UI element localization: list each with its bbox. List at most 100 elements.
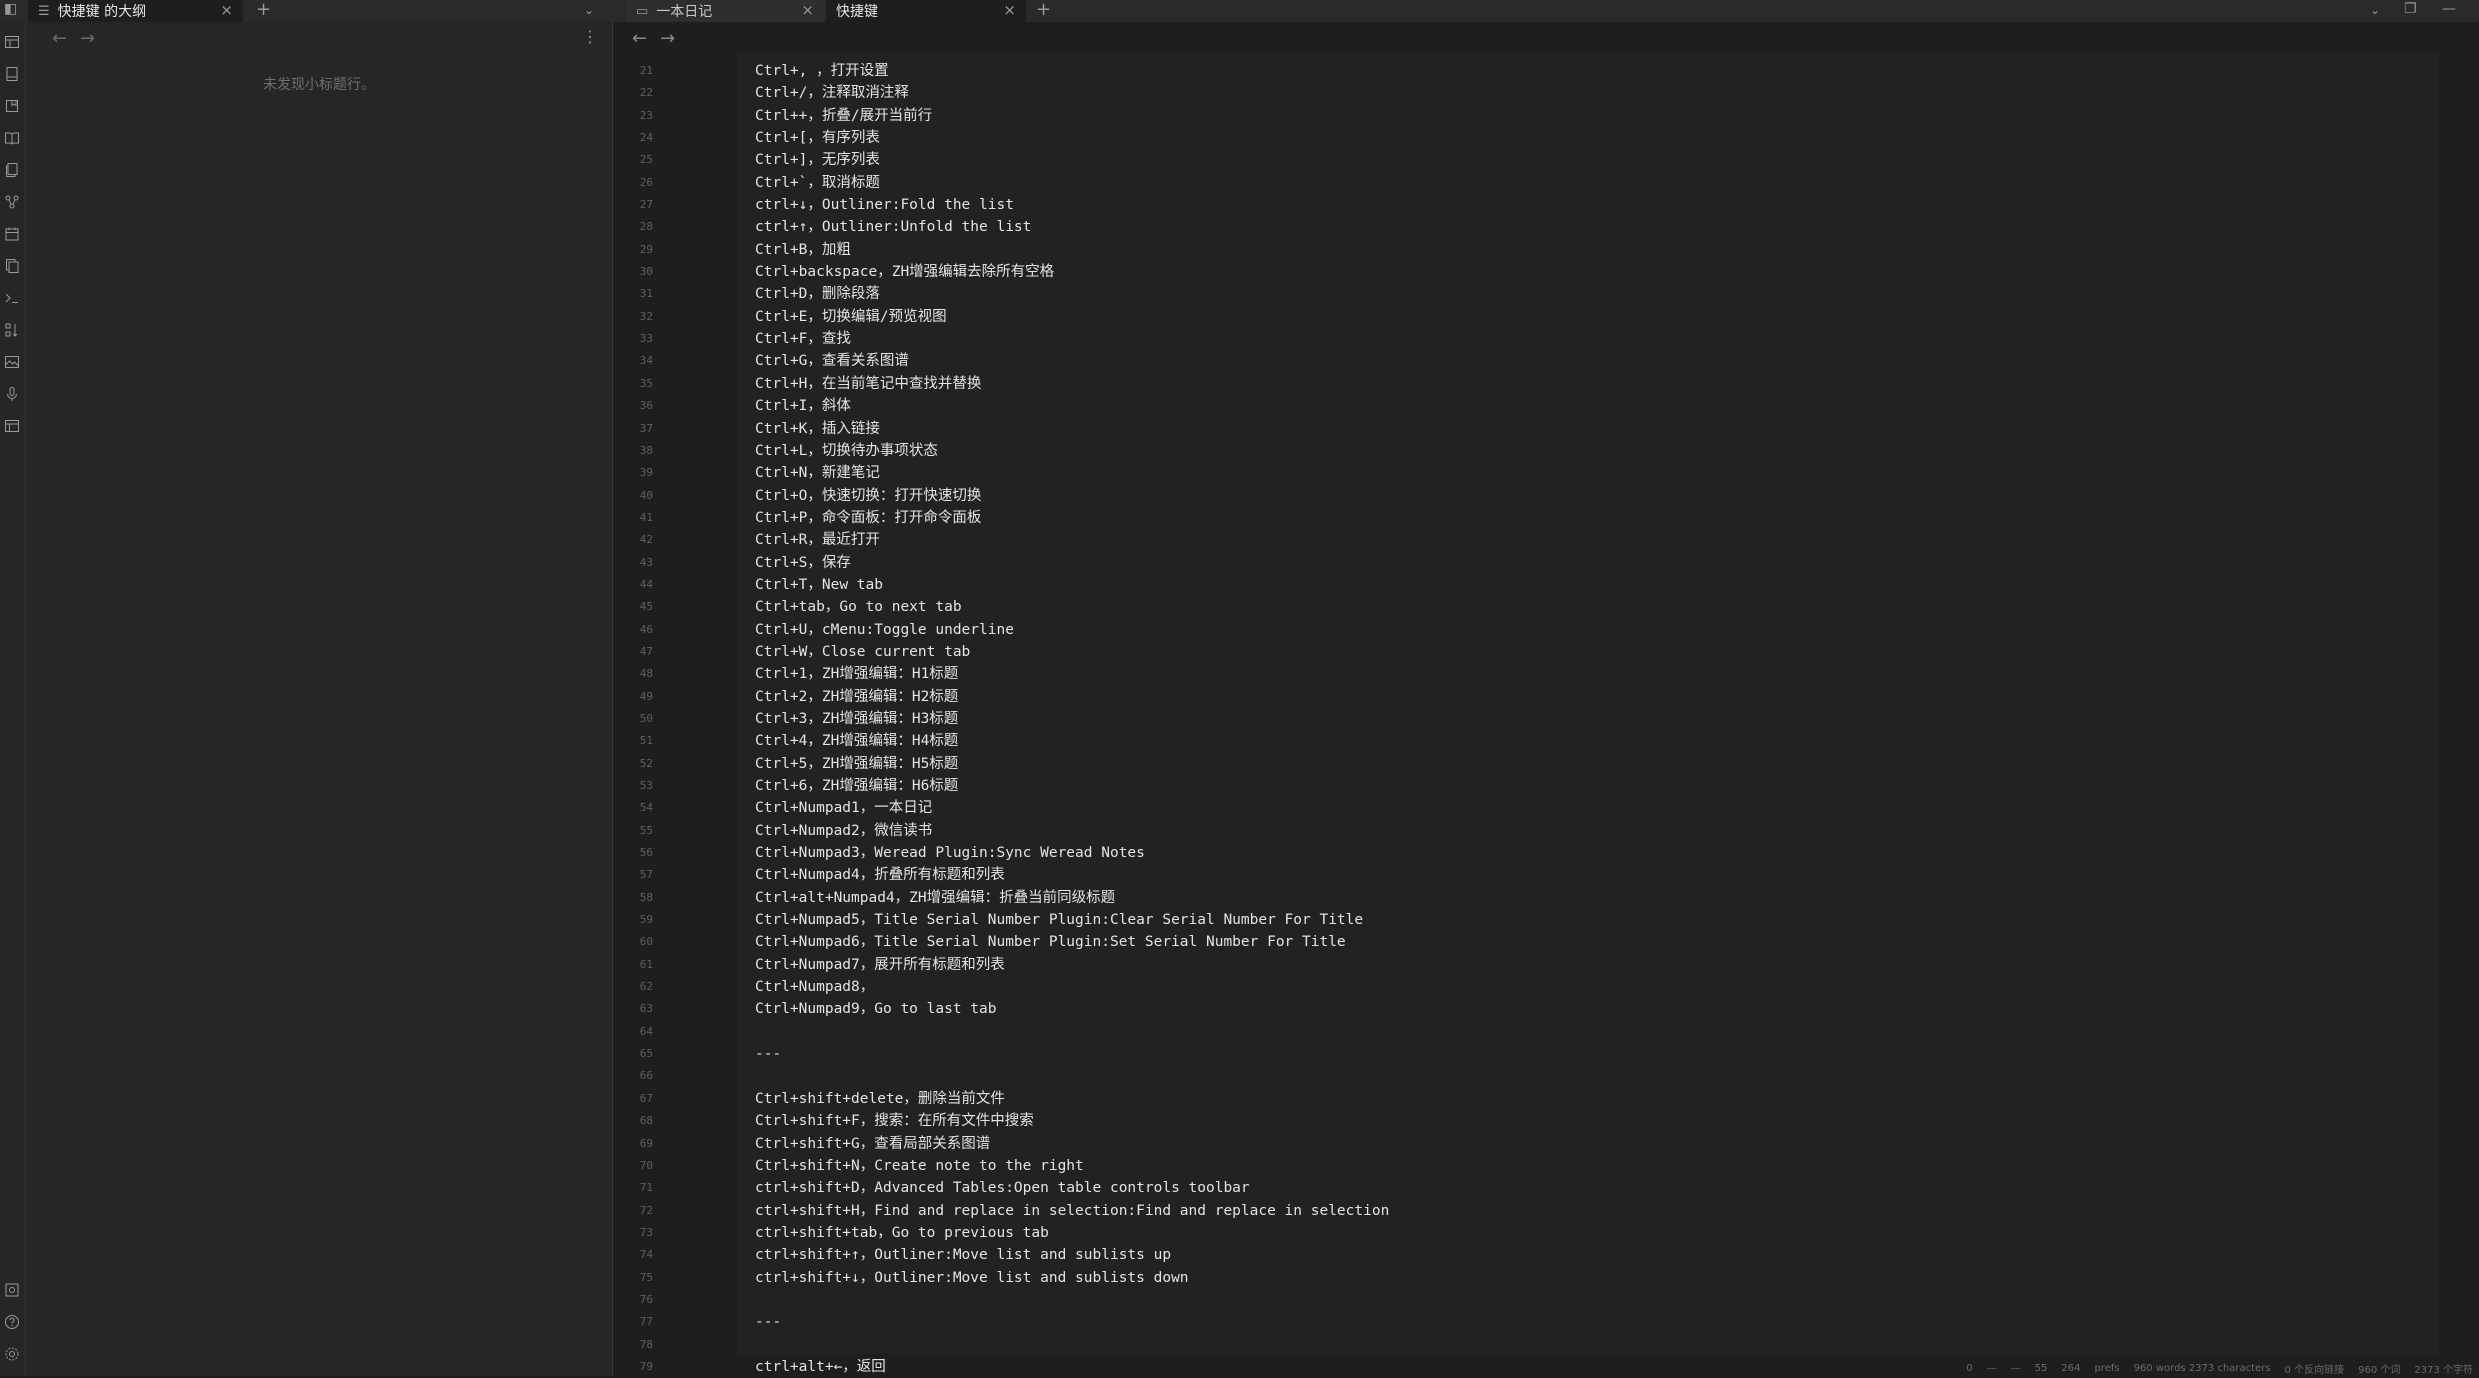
editor-line[interactable]: ctrl+alt+←，返回 <box>755 1356 1389 1378</box>
graph-icon[interactable] <box>4 194 20 210</box>
restore-window-icon[interactable]: ❐ <box>2404 0 2417 18</box>
editor-line[interactable]: Ctrl+G，查看关系图谱 <box>755 350 1389 372</box>
editor-line[interactable]: ctrl+↓，Outliner:Fold the list <box>755 194 1389 216</box>
back-arrow-icon[interactable]: ← <box>632 28 647 49</box>
editor-line[interactable]: Ctrl+H，在当前笔记中查找并替换 <box>755 373 1389 395</box>
line-number: 79 <box>639 1359 653 1373</box>
line-number: 64 <box>639 1024 653 1038</box>
editor-line[interactable]: Ctrl+1，ZH增强编辑：H1标题 <box>755 663 1389 685</box>
editor-line[interactable]: Ctrl+S，保存 <box>755 552 1389 574</box>
editor-line[interactable] <box>755 1021 1389 1043</box>
line-number: 65 <box>639 1047 653 1061</box>
editor-line[interactable]: Ctrl+tab，Go to next tab <box>755 596 1389 618</box>
editor-line[interactable]: Ctrl+U，cMenu:Toggle underline <box>755 619 1389 641</box>
new-tab-icon[interactable]: + <box>256 0 271 22</box>
terminal-icon[interactable] <box>4 290 20 306</box>
editor-line[interactable]: Ctrl+shift+delete，删除当前文件 <box>755 1088 1389 1110</box>
editor-line[interactable]: Ctrl+L，切换待办事项状态 <box>755 440 1389 462</box>
editor-line[interactable]: ctrl+shift+↑，Outliner:Move list and subl… <box>755 1244 1389 1266</box>
editor-line[interactable]: Ctrl+Numpad3，Weread Plugin:Sync Weread N… <box>755 842 1389 864</box>
editor-line[interactable]: Ctrl+3，ZH增强编辑：H3标题 <box>755 708 1389 730</box>
help-icon[interactable] <box>4 1314 20 1330</box>
editor-line[interactable]: Ctrl+F，查找 <box>755 328 1389 350</box>
editor-lines[interactable]: Ctrl+, ，打开设置 Ctrl+/，注释取消注释 Ctrl++，折叠/展开当前行… <box>755 60 1389 1378</box>
editor-line[interactable]: Ctrl+T，New tab <box>755 574 1389 596</box>
editor-line[interactable]: Ctrl+E，切换编辑/预览视图 <box>755 306 1389 328</box>
editor-line[interactable]: Ctrl+Numpad8， <box>755 976 1389 998</box>
editor-line[interactable]: Ctrl+W，Close current tab <box>755 641 1389 663</box>
editor-line[interactable]: Ctrl+K，插入链接 <box>755 418 1389 440</box>
line-number: 25 <box>639 153 653 167</box>
editor-line[interactable]: Ctrl++，折叠/展开当前行 <box>755 105 1389 127</box>
editor-line[interactable]: Ctrl+shift+F，搜索：在所有文件中搜索 <box>755 1110 1389 1132</box>
editor-line[interactable]: Ctrl+alt+Numpad4，ZH增强编辑：折叠当前同级标题 <box>755 887 1389 909</box>
line-number: 23 <box>639 108 653 122</box>
more-options-icon[interactable]: ⋮ <box>582 27 598 46</box>
editor-line[interactable]: ctrl+shift+↓，Outliner:Move list and subl… <box>755 1267 1389 1289</box>
editor-line[interactable]: Ctrl+B，加粗 <box>755 239 1389 261</box>
new-tab-icon[interactable]: + <box>1036 0 1051 22</box>
editor-line[interactable]: Ctrl+shift+G，查看局部关系图谱 <box>755 1133 1389 1155</box>
tab-diary[interactable]: ▭ 一本日记 × <box>626 0 824 22</box>
document-icon[interactable] <box>4 66 20 82</box>
minimize-icon[interactable]: — <box>2442 0 2456 18</box>
editor-line[interactable]: Ctrl+Numpad4，折叠所有标题和列表 <box>755 864 1389 886</box>
editor-line[interactable]: Ctrl+[，有序列表 <box>755 127 1389 149</box>
book-icon[interactable] <box>4 130 20 146</box>
editor-line[interactable] <box>755 1334 1389 1356</box>
layout-icon[interactable] <box>4 418 20 434</box>
tab-outline[interactable]: ☰ 快捷键 的大纲 × <box>28 0 243 22</box>
editor-line[interactable]: Ctrl+Numpad7，展开所有标题和列表 <box>755 954 1389 976</box>
copy-icon[interactable] <box>4 258 20 274</box>
editor-line[interactable]: Ctrl+`，取消标题 <box>755 172 1389 194</box>
editor-line[interactable]: --- <box>755 1311 1389 1333</box>
editor-line[interactable]: Ctrl+/，注释取消注释 <box>755 82 1389 104</box>
table-icon[interactable] <box>4 34 20 50</box>
editor-line[interactable]: ctrl+shift+H，Find and replace in selecti… <box>755 1200 1389 1222</box>
editor-line[interactable]: Ctrl+Numpad6，Title Serial Number Plugin:… <box>755 931 1389 953</box>
forward-arrow-icon[interactable]: → <box>660 28 675 49</box>
editor-line[interactable]: ctrl+↑，Outliner:Unfold the list <box>755 216 1389 238</box>
editor-line[interactable]: Ctrl+]，无序列表 <box>755 149 1389 171</box>
vault-icon[interactable] <box>4 1282 20 1298</box>
editor-line[interactable]: Ctrl+P，命令面板：打开命令面板 <box>755 507 1389 529</box>
editor-line[interactable]: Ctrl+Numpad2，微信读书 <box>755 820 1389 842</box>
editor-line[interactable]: --- <box>755 1043 1389 1065</box>
editor-line[interactable]: ctrl+shift+tab，Go to previous tab <box>755 1222 1389 1244</box>
editor-line[interactable]: Ctrl+D，删除段落 <box>755 283 1389 305</box>
files-icon[interactable] <box>4 162 20 178</box>
editor-line[interactable]: Ctrl+Numpad5，Title Serial Number Plugin:… <box>755 909 1389 931</box>
close-icon[interactable]: × <box>801 1 814 19</box>
editor-line[interactable]: Ctrl+Numpad1，一本日记 <box>755 797 1389 819</box>
editor-line[interactable]: ctrl+shift+D，Advanced Tables:Open table … <box>755 1177 1389 1199</box>
sidebar-toggle-icon[interactable]: ◧ <box>4 0 17 18</box>
tab-shortcuts[interactable]: 快捷键 × <box>826 0 1026 22</box>
editor-line[interactable]: Ctrl+2，ZH增强编辑：H2标题 <box>755 686 1389 708</box>
editor-line[interactable] <box>755 1065 1389 1087</box>
editor-line[interactable]: Ctrl+shift+N，Create note to the right <box>755 1155 1389 1177</box>
calendar-icon[interactable] <box>4 226 20 242</box>
editor-line[interactable]: Ctrl+backspace，ZH增强编辑去除所有空格 <box>755 261 1389 283</box>
editor-line[interactable] <box>755 1289 1389 1311</box>
line-number: 35 <box>639 376 653 390</box>
editor-line[interactable]: Ctrl+5，ZH增强编辑：H5标题 <box>755 753 1389 775</box>
chevron-down-icon[interactable]: ⌄ <box>584 0 594 20</box>
editor-line[interactable]: Ctrl+N，新建笔记 <box>755 462 1389 484</box>
image-icon[interactable] <box>4 354 20 370</box>
editor-line[interactable]: Ctrl+I，斜体 <box>755 395 1389 417</box>
editor-line[interactable]: Ctrl+4，ZH增强编辑：H4标题 <box>755 730 1389 752</box>
editor-line[interactable]: Ctrl+O，快速切换：打开快速切换 <box>755 485 1389 507</box>
bookmark-icon[interactable] <box>4 98 20 114</box>
forward-arrow-icon[interactable]: → <box>80 28 95 49</box>
editor-line[interactable]: Ctrl+, ，打开设置 <box>755 60 1389 82</box>
close-icon[interactable]: × <box>220 1 233 19</box>
sort-icon[interactable] <box>4 322 20 338</box>
back-arrow-icon[interactable]: ← <box>52 28 67 49</box>
close-icon[interactable]: × <box>1003 1 1016 19</box>
chevron-down-icon[interactable]: ⌄ <box>2370 0 2380 20</box>
settings-icon[interactable] <box>4 1346 20 1362</box>
editor-line[interactable]: Ctrl+R，最近打开 <box>755 529 1389 551</box>
microphone-icon[interactable] <box>4 386 20 402</box>
editor-line[interactable]: Ctrl+6，ZH增强编辑：H6标题 <box>755 775 1389 797</box>
editor-line[interactable]: Ctrl+Numpad9，Go to last tab <box>755 998 1389 1020</box>
